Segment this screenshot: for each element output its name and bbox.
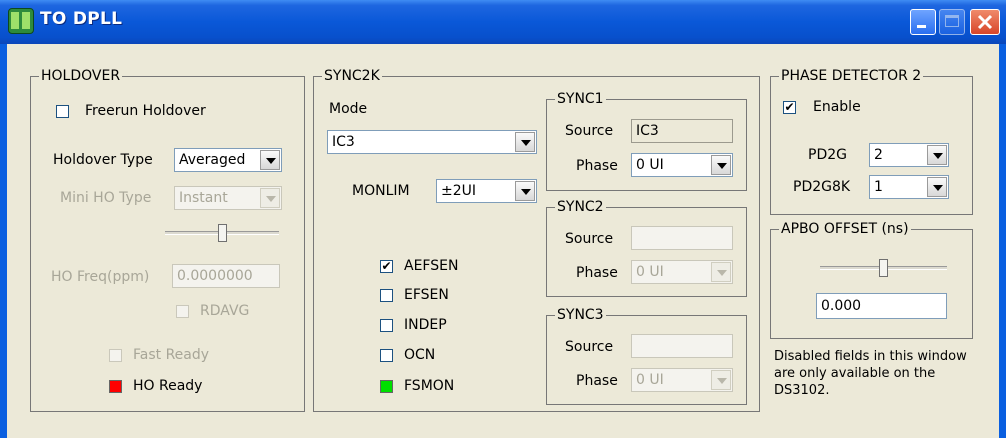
ho-freq-field: 0.0000000 — [172, 264, 280, 288]
pd2g-label: PD2G — [808, 147, 847, 163]
sync1-group-label: SYNC1 — [555, 90, 606, 108]
pd2g8k-value: 1 — [874, 179, 883, 195]
chevron-down-icon — [515, 132, 535, 152]
phase-detector-2-group-label: PHASE DETECTOR 2 — [779, 67, 924, 85]
sync3-phase-select: 0 UI — [631, 368, 733, 392]
pd2g-value: 2 — [874, 147, 883, 163]
minimize-button[interactable] — [910, 9, 936, 35]
minimize-icon — [917, 25, 926, 28]
apbo-offset-group-label: APBO OFFSET (ns) — [779, 220, 911, 238]
sync3-source-label: Source — [565, 339, 614, 355]
note-line-1: Disabled fields in this window — [774, 349, 967, 364]
slider-thumb[interactable] — [879, 259, 888, 277]
client-area: HOLDOVER Freerun Holdover Holdover Type … — [7, 44, 999, 438]
ocn-checkbox[interactable] — [380, 349, 393, 362]
apbo-offset-value: 0.000 — [821, 298, 862, 314]
fsmon-label: FSMON — [404, 378, 455, 394]
sync2k-group-label: SYNC2K — [322, 67, 382, 85]
chevron-down-icon — [515, 181, 535, 201]
pd2g8k-select[interactable]: 1 — [869, 175, 949, 199]
indep-label: INDEP — [404, 317, 447, 333]
freerun-holdover-checkbox[interactable] — [56, 105, 69, 118]
chevron-down-icon — [711, 370, 731, 390]
window: TO DPLL HOLDOVER Freerun Holdover Holdov… — [0, 0, 1006, 438]
maximize-button — [939, 9, 965, 35]
fsmon-indicator — [380, 380, 393, 393]
sync1-source-field: IC3 — [631, 119, 733, 143]
efsen-checkbox[interactable] — [380, 289, 393, 302]
sync3-phase-value: 0 UI — [636, 372, 664, 388]
sync2-group-label: SYNC2 — [555, 198, 606, 216]
chevron-down-icon — [927, 177, 947, 197]
close-button[interactable] — [970, 9, 1000, 35]
freerun-holdover-label: Freerun Holdover — [85, 103, 206, 119]
note-line-3: DS3102. — [774, 383, 830, 398]
window-title: TO DPLL — [40, 9, 123, 29]
indep-checkbox[interactable] — [380, 319, 393, 332]
sync1-group: SYNC1 — [546, 90, 747, 191]
sync2-source-field — [631, 226, 733, 250]
monlim-label: MONLIM — [352, 183, 410, 199]
holdover-group-label: HOLDOVER — [39, 67, 123, 85]
rdavg-checkbox — [176, 305, 189, 318]
apbo-offset-group: APBO OFFSET (ns) — [770, 220, 973, 339]
efsen-label: EFSEN — [404, 287, 449, 303]
pd2g8k-label: PD2G8K — [793, 179, 851, 195]
sync2-phase-select: 0 UI — [631, 260, 733, 284]
title-bar[interactable]: TO DPLL — [0, 0, 1006, 44]
chevron-down-icon — [927, 145, 947, 165]
mini-ho-type-select: Instant — [174, 186, 282, 210]
mode-select[interactable]: IC3 — [327, 130, 537, 154]
chevron-down-icon — [260, 188, 280, 208]
enable-label: Enable — [813, 99, 861, 115]
holdover-slider[interactable] — [165, 222, 279, 244]
sync2-source-label: Source — [565, 231, 614, 247]
aefsen-label: AEFSEN — [404, 258, 459, 274]
chevron-down-icon — [260, 150, 280, 170]
ho-freq-value: 0.0000000 — [177, 268, 253, 284]
fast-ready-label: Fast Ready — [133, 347, 210, 363]
sync1-source-value: IC3 — [636, 123, 659, 139]
apbo-offset-input[interactable]: 0.000 — [816, 293, 947, 319]
ho-ready-label: HO Ready — [133, 378, 203, 394]
note-line-2: are only available on the — [774, 366, 936, 381]
holdover-type-select[interactable]: Averaged — [174, 148, 282, 172]
fast-ready-checkbox — [109, 349, 122, 362]
ho-freq-label: HO Freq(ppm) — [51, 269, 150, 285]
sync3-group-label: SYNC3 — [555, 306, 606, 324]
mini-ho-type-value: Instant — [179, 190, 228, 206]
ho-ready-indicator — [109, 380, 122, 393]
sync2-phase-label: Phase — [576, 265, 618, 281]
ocn-label: OCN — [404, 347, 436, 363]
pd2g-select[interactable]: 2 — [869, 143, 949, 167]
monlim-select[interactable]: ±2UI — [436, 179, 537, 203]
mini-ho-type-label: Mini HO Type — [60, 190, 152, 206]
slider-thumb[interactable] — [217, 224, 227, 242]
chevron-down-icon — [711, 262, 731, 282]
sync3-phase-label: Phase — [576, 373, 618, 389]
sync3-source-field — [631, 334, 733, 358]
maximize-icon — [945, 15, 959, 27]
sync1-phase-value: 0 UI — [636, 157, 664, 173]
chevron-down-icon — [711, 155, 731, 175]
app-icon — [8, 8, 34, 34]
mode-value: IC3 — [332, 134, 355, 150]
close-icon — [977, 14, 993, 30]
monlim-value: ±2UI — [441, 183, 477, 199]
mode-label: Mode — [329, 101, 368, 117]
holdover-type-label: Holdover Type — [53, 152, 153, 168]
sync1-phase-label: Phase — [576, 158, 618, 174]
sync1-source-label: Source — [565, 123, 614, 139]
rdavg-label: RDAVG — [200, 303, 250, 319]
apbo-offset-slider[interactable] — [820, 257, 947, 279]
holdover-type-value: Averaged — [179, 152, 246, 168]
sync2-phase-value: 0 UI — [636, 264, 664, 280]
sync1-phase-select[interactable]: 0 UI — [631, 153, 733, 177]
enable-checkbox[interactable]: ✔ — [783, 101, 796, 114]
aefsen-checkbox[interactable]: ✔ — [380, 260, 393, 273]
